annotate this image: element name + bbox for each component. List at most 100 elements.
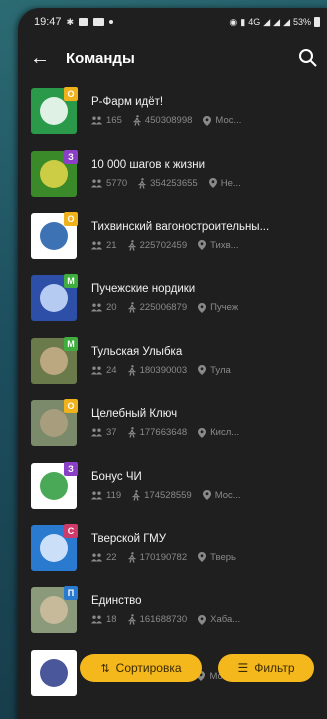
- location-pin-icon: [198, 240, 207, 251]
- team-avatar: С: [31, 523, 78, 571]
- steps-count: 170190782: [139, 551, 188, 563]
- members-count-group: 119: [91, 490, 121, 501]
- steps-count-group: 174528559: [132, 490, 192, 501]
- team-name: Р-Фарм идёт!: [91, 96, 164, 109]
- team-city: Кисл...: [210, 427, 240, 439]
- team-name: 10 000 шагов к жизни: [91, 158, 206, 171]
- city-group: Пучеж: [198, 302, 238, 313]
- team-city: Хаба...: [210, 614, 241, 626]
- team-city: Пучеж: [210, 302, 239, 314]
- battery-icon: [314, 17, 320, 27]
- members-icon: [91, 116, 102, 125]
- search-icon[interactable]: [298, 48, 318, 68]
- team-avatar: З: [31, 149, 78, 197]
- members-icon: [91, 241, 102, 250]
- members-count-group: 37: [91, 427, 117, 438]
- team-name: Бонус ЧИ: [91, 470, 142, 483]
- steps-count: 174528559: [144, 489, 192, 501]
- members-count-group: 22: [91, 552, 117, 563]
- team-name: Целебный Ключ: [91, 408, 178, 421]
- battery-percent: 53%: [292, 17, 311, 27]
- location-pin-icon: [198, 427, 207, 438]
- team-row[interactable]: О Целебный Ключ 37 177663648 Кисл...: [18, 392, 327, 454]
- message-icon: [79, 18, 89, 26]
- location-pin-icon: [198, 365, 207, 376]
- steps-count-group: 170190782: [127, 551, 188, 563]
- app-bar: ← Команды: [18, 36, 327, 80]
- league-badge: М: [64, 336, 78, 351]
- league-badge: П: [64, 586, 78, 601]
- sort-button-label: Сортировка: [115, 661, 182, 675]
- sort-button[interactable]: ⇅ Сортировка: [80, 654, 202, 682]
- league-badge: С: [64, 523, 78, 538]
- walking-icon: [133, 115, 141, 126]
- steps-count: 225006879: [139, 302, 188, 314]
- team-city: Тула: [210, 364, 231, 376]
- steps-count-group: 450308998: [133, 115, 193, 127]
- members-count-group: 18: [91, 614, 117, 625]
- more-notifications-icon: [109, 20, 114, 24]
- team-city: Мос...: [214, 489, 241, 501]
- team-avatar: М: [31, 336, 78, 384]
- steps-count-group: 177663648: [127, 427, 188, 439]
- league-badge: О: [64, 399, 78, 414]
- location-pin-icon: [198, 614, 207, 625]
- members-icon: [91, 491, 102, 500]
- bottom-actions: ⇅ Сортировка ☰ Фильтр: [80, 654, 316, 682]
- team-avatar: О: [31, 87, 78, 135]
- team-avatar: О: [31, 211, 78, 259]
- walking-icon: [138, 177, 146, 189]
- filter-button[interactable]: ☰ Фильтр: [218, 654, 314, 682]
- team-row[interactable]: М Пучежские нордики 20 225006879 Пучеж: [18, 267, 327, 329]
- members-count: 119: [106, 489, 122, 501]
- team-avatar: О: [31, 399, 78, 447]
- network-type: 4G: [248, 17, 261, 27]
- league-badge: О: [64, 211, 78, 226]
- team-name: Тихвинский вагоностроительны...: [91, 220, 270, 233]
- walking-icon: [127, 614, 136, 626]
- team-logo: [31, 649, 77, 696]
- members-count: 18: [106, 614, 117, 626]
- filter-icon: ☰: [237, 661, 249, 675]
- team-row[interactable]: О Тихвинский вагоностроительны... 21 225…: [18, 205, 327, 267]
- location-pin-icon: [198, 552, 207, 563]
- team-city: Не...: [220, 177, 241, 189]
- phone-screen: 19:47 ✱ ◉ ▮ 4G ◢ ◢ ◢ 53% ← Команды О Р-Ф…: [18, 8, 327, 719]
- walking-icon: [127, 364, 136, 376]
- location-pin-icon: [202, 490, 211, 501]
- steps-count: 450308998: [144, 115, 193, 127]
- steps-count: 177663648: [139, 427, 188, 439]
- members-count-group: 165: [91, 115, 122, 126]
- location-pin-icon: [203, 115, 212, 126]
- status-time: 19:47: [34, 16, 62, 28]
- steps-count-group: 225702459: [127, 240, 187, 251]
- city-group: Тихв...: [198, 239, 239, 251]
- walking-icon: [132, 489, 140, 501]
- team-name: Пучежские нордики: [91, 283, 196, 296]
- team-row[interactable]: С Тверской ГМУ 22 170190782 Тверь: [18, 517, 327, 579]
- team-row[interactable]: М Тульская Улыбка 24 180390003 Тула: [18, 330, 327, 392]
- location-pin-icon: [198, 302, 207, 313]
- wifi-icon: ◢: [283, 16, 290, 27]
- team-list: О Р-Фарм идёт! 165 450308998 Мос... З 10…: [18, 80, 327, 704]
- team-row[interactable]: О Р-Фарм идёт! 165 450308998 Мос...: [18, 80, 327, 142]
- league-badge: З: [64, 461, 78, 476]
- vibrate-icon: ▮: [240, 16, 246, 27]
- walking-icon: [127, 427, 136, 438]
- team-name: Единство: [91, 595, 142, 608]
- team-row[interactable]: З Бонус ЧИ 119 174528559 Мос...: [18, 454, 327, 516]
- team-city: Тихв...: [210, 239, 239, 251]
- filter-button-label: Фильтр: [254, 661, 295, 675]
- team-row[interactable]: З 10 000 шагов к жизни 5770 354253655 Не…: [18, 142, 327, 204]
- back-arrow-icon[interactable]: ←: [30, 48, 52, 68]
- members-count: 5770: [106, 177, 128, 189]
- team-row[interactable]: П Единство 18 161688730 Хаба...: [18, 579, 327, 641]
- members-icon: [91, 428, 102, 437]
- city-group: Тула: [198, 365, 231, 376]
- steps-count-group: 225006879: [127, 302, 188, 314]
- members-count-group: 21: [91, 240, 117, 251]
- members-count-group: 20: [91, 302, 117, 313]
- walking-icon: [127, 552, 136, 563]
- city-group: Хаба...: [198, 614, 240, 625]
- team-name: Тульская Улыбка: [91, 345, 183, 358]
